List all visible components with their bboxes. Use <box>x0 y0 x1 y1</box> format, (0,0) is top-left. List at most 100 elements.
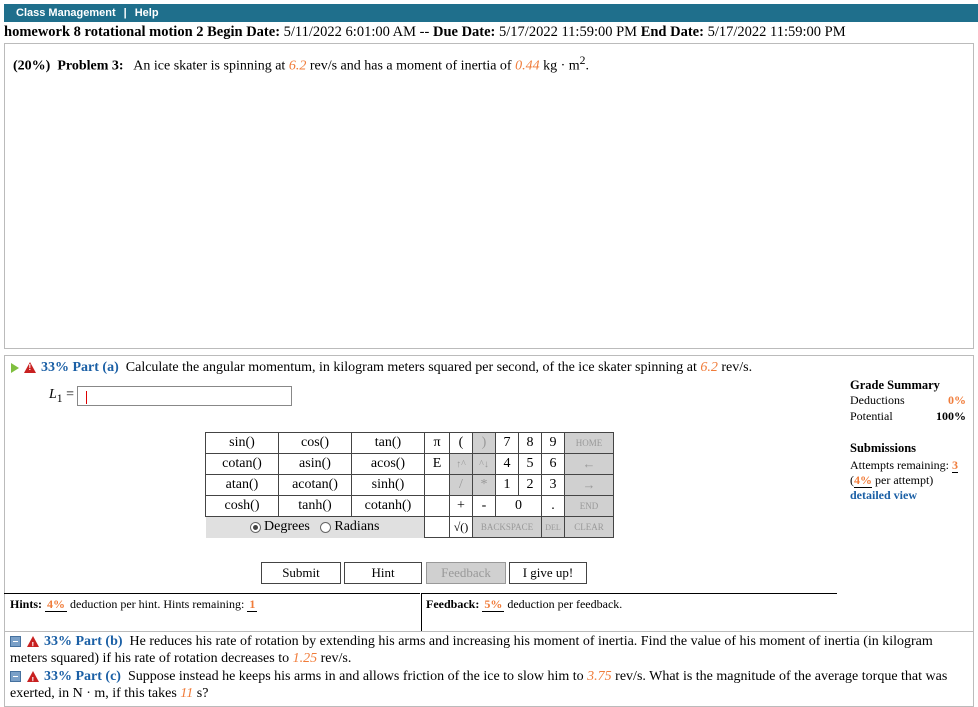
calc-2-button[interactable]: 2 <box>518 474 542 496</box>
part-b-rate-value: 1.25 <box>292 651 318 666</box>
part-c-text: s? <box>196 686 209 701</box>
calc-7-button[interactable]: 7 <box>495 432 519 454</box>
calc-atan-button[interactable]: atan() <box>205 474 279 496</box>
calc-4-button[interactable]: 4 <box>495 453 519 475</box>
problem-unit: kg · m <box>543 58 580 74</box>
calc-cos-button[interactable]: cos() <box>278 432 352 454</box>
calculator-keypad: sin() cos() tan() π ( ) 7 8 9 HOME cotan… <box>205 432 614 538</box>
answer-input[interactable] <box>77 386 293 406</box>
attempts-value: 3 <box>951 458 958 473</box>
calc-sinh-button[interactable]: sinh() <box>351 474 425 496</box>
part-b-text: rev/s. <box>320 651 352 666</box>
calc-sin-button[interactable]: sin() <box>205 432 279 454</box>
part-a-percent: 33% Part (a) <box>41 360 119 375</box>
calc-backspace-button[interactable]: BACKSPACE <box>472 516 542 538</box>
problem-inertia-value: 0.44 <box>515 58 540 74</box>
calc-acotan-button[interactable]: acotan() <box>278 474 352 496</box>
problem-text: . <box>585 58 590 74</box>
submissions-title: Submissions <box>850 441 917 455</box>
menu-separator: | <box>123 7 127 19</box>
calc-tanh-button[interactable]: tanh() <box>278 495 352 517</box>
calc-divide-button[interactable]: / <box>449 474 473 496</box>
calc-left-arrow-button[interactable]: ← <box>564 453 614 475</box>
calc-cosh-button[interactable]: cosh() <box>205 495 279 517</box>
calc-up-button[interactable]: ↑^ <box>449 453 473 475</box>
calc-end-button[interactable]: END <box>564 495 614 517</box>
problem-text: rev/s and has a moment of inertia of <box>309 58 512 74</box>
part-b-percent[interactable]: 33% Part (b) <box>44 634 123 649</box>
feedback-label: Feedback: <box>426 597 480 611</box>
calc-6-button[interactable]: 6 <box>541 453 565 475</box>
radians-label: Radians <box>334 519 380 535</box>
problem-statement-panel: (20%) Problem 3: An ice skater is spinni… <box>4 43 974 349</box>
calc-right-arrow-button[interactable]: → <box>564 474 614 496</box>
collapse-icon[interactable] <box>10 636 21 648</box>
part-c: 33% Part (c) Suppose instead he keeps hi… <box>10 668 970 702</box>
problem-title: Problem 3: <box>57 58 124 74</box>
calc-1-button[interactable]: 1 <box>495 474 519 496</box>
feedback-button[interactable]: Feedback <box>426 562 506 584</box>
calc-lparen-button[interactable]: ( <box>449 432 473 454</box>
submissions-panel: Submissions Attempts remaining: 3 (4% pe… <box>850 441 972 503</box>
give-up-button[interactable]: I give up! <box>509 562 587 584</box>
potential-label: Potential <box>850 409 893 423</box>
calc-dot-button[interactable]: . <box>541 495 565 517</box>
collapse-icon[interactable] <box>10 671 21 683</box>
end-date-label: End Date: <box>640 24 704 40</box>
calc-8-button[interactable]: 8 <box>518 432 542 454</box>
warning-icon <box>24 362 36 374</box>
assignment-header: homework 8 rotational motion 2 Begin Dat… <box>4 24 974 42</box>
calc-3-button[interactable]: 3 <box>541 474 565 496</box>
calc-9-button[interactable]: 9 <box>541 432 565 454</box>
part-c-rate-value: 3.75 <box>587 669 612 684</box>
hint-button[interactable]: Hint <box>344 562 422 584</box>
calc-multiply-button[interactable]: * <box>472 474 496 496</box>
hint-deduction-value: 4% <box>45 597 68 612</box>
hints-bar: Hints: 4% deduction per hint. Hints rema… <box>4 593 420 631</box>
calc-plus-button[interactable]: + <box>449 495 473 517</box>
expand-arrow-icon[interactable] <box>11 362 19 373</box>
angle-mode-selector: Degrees Radians <box>205 516 425 538</box>
class-management-link[interactable]: Class Management <box>16 7 116 19</box>
detailed-view-link[interactable]: detailed view <box>850 488 972 503</box>
submit-button[interactable]: Submit <box>261 562 341 584</box>
part-a-text: rev/s. <box>721 360 753 375</box>
calc-asin-button[interactable]: asin() <box>278 453 352 475</box>
part-a-panel: 33% Part (a) Calculate the angular momen… <box>4 355 974 632</box>
part-c-text: Suppose instead he keeps his arms in and… <box>127 669 584 684</box>
feedback-bar: Feedback: 5% deduction per feedback. <box>421 593 837 631</box>
calc-cotanh-button[interactable]: cotanh() <box>351 495 425 517</box>
calc-home-button[interactable]: HOME <box>564 432 614 454</box>
part-a-header: 33% Part (a) Calculate the angular momen… <box>11 360 752 376</box>
calc-5-button[interactable]: 5 <box>518 453 542 475</box>
calc-0-button[interactable]: 0 <box>495 495 542 517</box>
deductions-value: 0% <box>948 393 966 407</box>
feedback-deduction-value: 5% <box>482 597 505 612</box>
radians-radio[interactable] <box>320 521 332 533</box>
begin-date-value: 5/11/2022 6:01:00 AM <box>283 24 417 40</box>
answer-label: L1 = <box>49 387 75 405</box>
calc-clear-button[interactable]: CLEAR <box>564 516 614 538</box>
warning-icon <box>27 671 39 689</box>
hints-label: Hints: <box>10 597 43 611</box>
part-a-rate-value: 6.2 <box>700 360 718 375</box>
calc-pi-button[interactable]: π <box>424 432 450 454</box>
calc-cotan-button[interactable]: cotan() <box>205 453 279 475</box>
top-menu-bar: Class Management | Help <box>4 4 978 22</box>
calc-tan-button[interactable]: tan() <box>351 432 425 454</box>
potential-value: 100% <box>936 409 966 423</box>
part-b-text: He reduces his rate of rotation by exten… <box>10 634 933 666</box>
calc-empty-cell <box>424 474 450 496</box>
help-link[interactable]: Help <box>135 7 159 19</box>
calc-empty-cell <box>424 516 450 538</box>
degrees-radio[interactable] <box>250 521 261 533</box>
part-c-percent[interactable]: 33% Part (c) <box>44 669 121 684</box>
calc-down-button[interactable]: ^↓ <box>472 453 496 475</box>
calc-sqrt-button[interactable]: √() <box>449 516 473 538</box>
calc-del-button[interactable]: DEL <box>541 516 565 538</box>
part-b: 33% Part (b) He reduces his rate of rota… <box>10 633 970 667</box>
calc-rparen-button[interactable]: ) <box>472 432 496 454</box>
calc-e-button[interactable]: E <box>424 453 450 475</box>
calc-acos-button[interactable]: acos() <box>351 453 425 475</box>
calc-minus-button[interactable]: - <box>472 495 496 517</box>
